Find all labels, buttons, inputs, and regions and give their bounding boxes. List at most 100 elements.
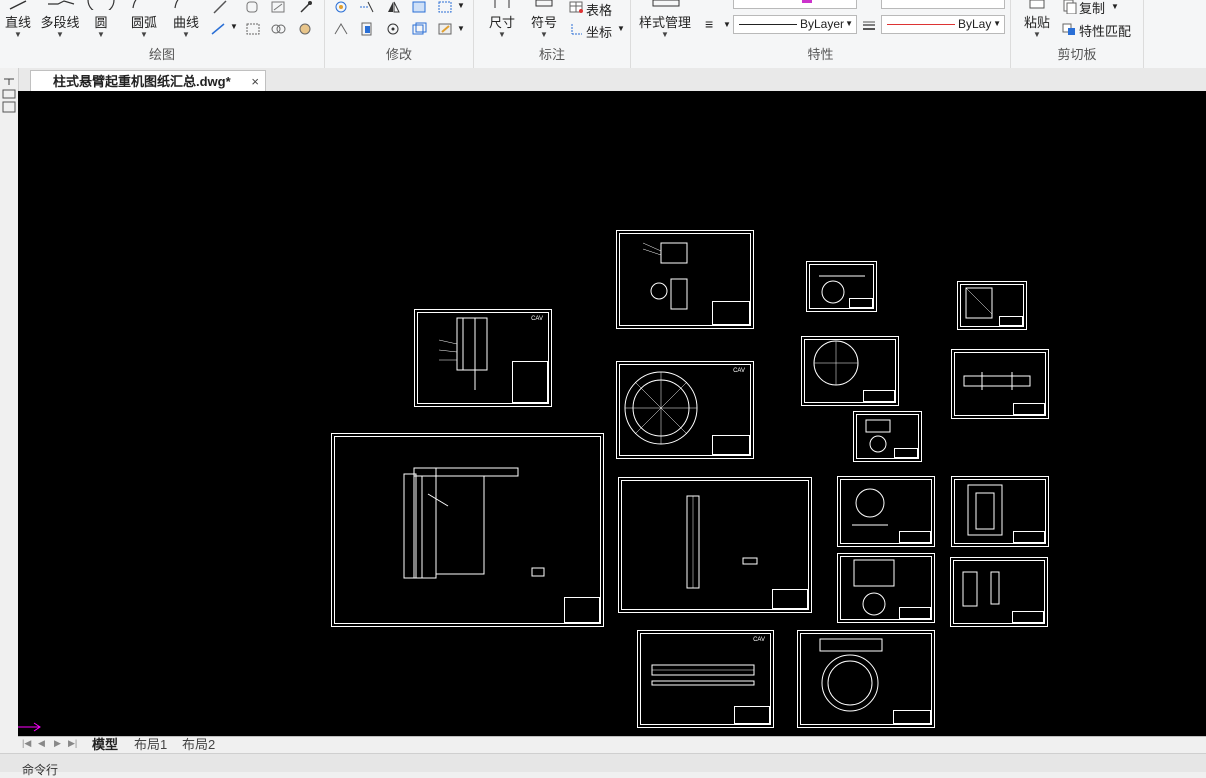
draw-panel: 直线 ▼ 多段线 ▼ 圆 ▼ 圆弧 ▼ 曲线 ▼ ▼ 绘图 [0,0,325,68]
boundary-icon[interactable] [297,22,313,36]
chevron-down-icon: ▼ [97,30,105,39]
command-line-bar[interactable]: 命令行 [0,753,1206,777]
first-layout-icon[interactable]: |◀ [22,738,31,749]
drawing-canvas[interactable]: CAV CAV CAV [18,91,1206,736]
style-manager-button[interactable]: 样式管理 ▼ [637,0,693,39]
symbol-button[interactable]: 符号 ▼ [526,0,562,39]
polyline-button[interactable]: 多段线 ▼ [38,0,82,39]
copy-button[interactable]: 复制 [1079,0,1105,17]
copy-object-icon[interactable] [359,22,375,36]
copy-icon[interactable] [1061,0,1077,14]
close-icon[interactable]: × [251,71,259,92]
rectangle-icon[interactable] [245,22,261,36]
gear-sketch-icon [819,275,865,304]
drawing-sheet[interactable] [806,261,877,312]
chevron-down-icon[interactable]: ▼ [617,24,625,33]
construction-line-icon[interactable] [212,0,228,14]
symbol-icon [535,0,553,7]
list-icon[interactable]: ≡ [705,16,713,32]
drawing-sheet[interactable] [853,411,922,462]
last-layout-icon[interactable]: ▶| [68,738,77,749]
hatch-icon[interactable] [270,0,286,14]
chevron-down-icon: ▼ [993,19,1001,28]
previous-layout-icon[interactable]: ◀ [38,738,45,749]
chevron-down-icon[interactable]: ▼ [457,24,465,33]
line-label: 直线 [4,15,31,30]
edit-hatch-icon[interactable] [437,22,453,36]
palette-pin-icon[interactable] [1,76,17,116]
match-properties-icon[interactable] [1061,22,1077,36]
properties-panel: 样式管理 ▼ ≡ ▼ ByLayer ▼ ByLay ▼ 特性 [631,0,1011,68]
rotate-icon[interactable] [385,22,401,36]
array-icon[interactable] [437,0,453,14]
stretch-icon[interactable] [333,22,349,36]
line-button[interactable]: 直线 ▼ [0,0,36,39]
next-layout-icon[interactable]: ▶ [54,738,61,749]
drawing-sheet[interactable] [616,230,754,329]
plot-style-dropdown[interactable] [881,0,1005,9]
linetype-dropdown[interactable]: ByLayer ▼ [733,15,857,34]
ray-icon[interactable] [210,22,226,36]
drawing-sheet[interactable] [837,476,935,547]
lineweight-sample-icon [887,24,955,25]
arc-label: 圆弧 [130,15,157,30]
column-sketch-icon [686,495,758,589]
layout-tab-model[interactable]: 模型 [92,737,118,753]
drawing-sheet[interactable]: CAV [414,309,552,407]
curve-button[interactable]: 曲线 ▼ [170,0,202,39]
left-tool-strip [0,68,19,748]
chevron-down-icon: ▼ [540,30,548,39]
scale-icon[interactable] [411,0,427,14]
coordinate-button[interactable]: 坐标 [586,22,612,41]
paste-button[interactable]: 粘贴 ▼ [1019,0,1055,39]
table-button[interactable]: 表格 [586,0,612,19]
layout-tab-2[interactable]: 布局2 [182,737,215,753]
drawing-sheet[interactable] [951,476,1049,547]
drawing-sheet[interactable] [797,630,935,728]
drawing-sheet[interactable] [951,349,1049,419]
lineweight-icon[interactable] [861,18,877,32]
clipboard-panel: 粘贴 ▼ 复制 ▼ 特性匹配 剪切板 [1011,0,1144,68]
drawing-sheet[interactable]: CAV [637,630,774,728]
chevron-down-icon[interactable]: ▼ [723,20,731,29]
document-tab-bar: 柱式悬臂起重机图纸汇总.dwg* × [0,68,1206,92]
circle-button[interactable]: 圆 ▼ [86,0,116,39]
drawing-sheet[interactable] [618,477,812,613]
move-icon[interactable] [333,0,349,14]
drawing-sheet[interactable] [957,281,1027,330]
chevron-down-icon[interactable]: ▼ [457,1,465,10]
modify-panel: ▼ ▼ 修改 [325,0,474,68]
color-swatch-icon [802,0,812,3]
circle-label: 圆 [94,15,108,30]
coordinate-icon[interactable] [568,22,584,36]
dimension-button[interactable]: 尺寸 ▼ [482,0,522,39]
offset-icon[interactable] [411,22,427,36]
pick-point-icon[interactable] [298,0,314,14]
mirror-icon[interactable] [385,0,401,14]
match-properties-button[interactable]: 特性匹配 [1079,21,1131,40]
color-dropdown[interactable] [733,0,857,9]
region-icon[interactable] [270,22,286,36]
table-icon[interactable] [568,0,584,14]
linetype-sample-icon [739,24,797,25]
trim-icon[interactable] [359,0,375,14]
disc-sketch-icon [852,488,888,526]
paste-icon [1029,0,1045,9]
draw-panel-title: 绘图 [148,47,175,62]
polygon-icon[interactable] [244,0,260,14]
layout-tab-1[interactable]: 布局1 [134,737,167,753]
drawing-sheet[interactable] [331,433,604,627]
chevron-down-icon: ▼ [140,30,148,39]
drawing-sheet[interactable] [801,336,899,406]
ring-sketch-icon [819,638,883,712]
chevron-down-icon[interactable]: ▼ [1111,2,1119,11]
chevron-down-icon[interactable]: ▼ [230,22,238,31]
drawing-sheet[interactable] [837,553,935,623]
lineweight-dropdown[interactable]: ByLay ▼ [881,15,1005,34]
drawing-sheet[interactable]: CAV [616,361,754,459]
document-tab[interactable]: 柱式悬臂起重机图纸汇总.dwg* × [30,70,266,91]
arc-button[interactable]: 圆弧 ▼ [126,0,162,39]
document-tab-title: 柱式悬臂起重机图纸汇总.dwg* [53,74,231,89]
drawing-sheet[interactable] [950,557,1048,627]
annotate-panel: 尺寸 ▼ 符号 ▼ 表格 坐标 ▼ 标注 [474,0,631,68]
